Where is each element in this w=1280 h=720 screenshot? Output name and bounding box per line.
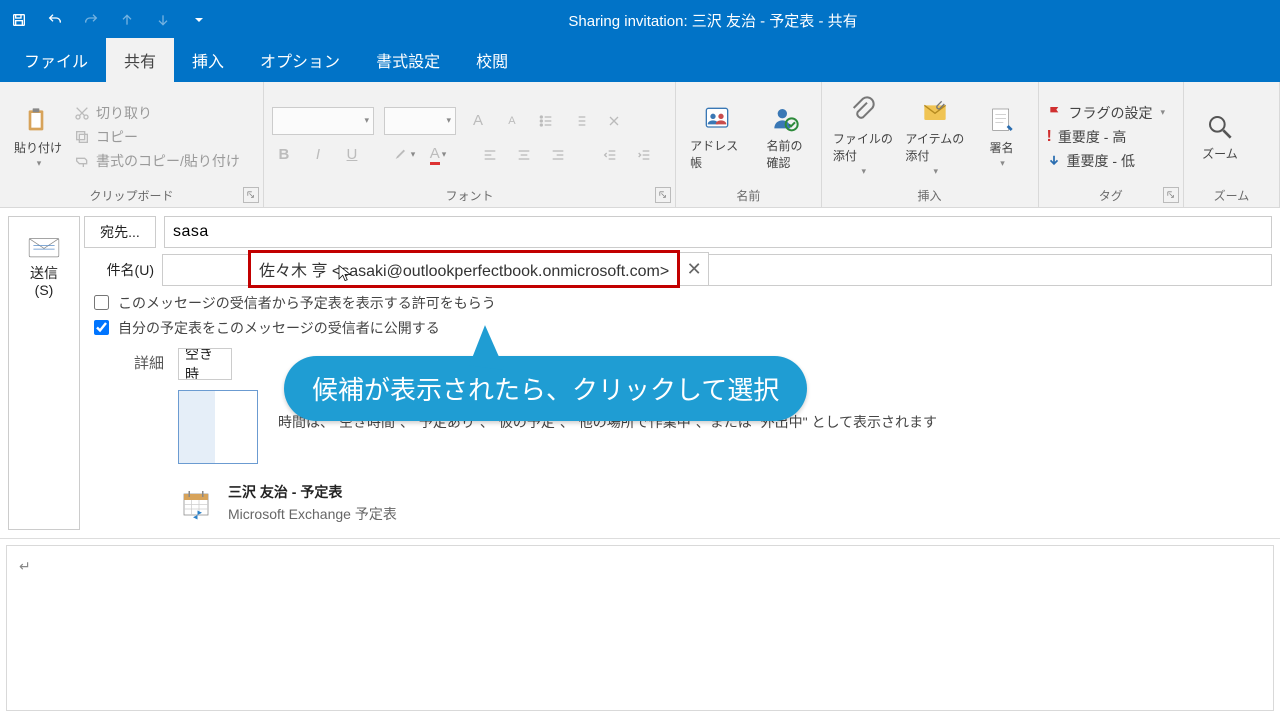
- undo-icon[interactable]: [42, 7, 68, 33]
- copy-button: コピー: [74, 127, 240, 147]
- window-title: Sharing invitation: 三沢 友治 - 予定表 - 共有: [222, 10, 1204, 31]
- checknames-button[interactable]: 名前の 確認: [757, 101, 813, 173]
- menu-share[interactable]: 共有: [106, 38, 174, 82]
- shrink-font-icon: A: [500, 109, 524, 133]
- group-zoom-label: ズーム: [1192, 187, 1271, 207]
- subject-label: 件名(U): [84, 255, 154, 285]
- detail-label: 詳細: [84, 348, 164, 373]
- tags-launcher-icon[interactable]: [1163, 187, 1179, 203]
- calendar-provider: Microsoft Exchange 予定表: [228, 504, 397, 524]
- align-left-icon: [478, 143, 502, 167]
- attach-file-label: ファイルの 添付: [833, 130, 893, 164]
- redo-icon: [78, 7, 104, 33]
- attach-item-button[interactable]: アイテムの 添付▾: [902, 94, 967, 179]
- paste-button[interactable]: 貼り付け ▾: [8, 103, 68, 171]
- underline-icon: U: [340, 143, 364, 167]
- addressbook-label: アドレス帳: [690, 137, 744, 171]
- to-button[interactable]: 宛先...: [84, 216, 156, 248]
- calendar-preview-icon: [178, 390, 258, 464]
- menu-format[interactable]: 書式設定: [358, 38, 458, 82]
- save-icon[interactable]: [6, 7, 32, 33]
- menu-file[interactable]: ファイル: [6, 38, 106, 82]
- zoom-button[interactable]: ズーム: [1192, 109, 1248, 164]
- send-label: 送信 (S): [30, 265, 58, 299]
- group-clipboard-label: クリップボード: [8, 187, 255, 207]
- group-names-label: 名前: [684, 187, 812, 207]
- clear-format-icon: [602, 109, 626, 133]
- numbering-icon: [568, 109, 592, 133]
- font-launcher-icon[interactable]: [655, 187, 671, 203]
- autocomplete-suggestion[interactable]: 佐々木 亨 <sasaki@outlookperfectbook.onmicro…: [248, 250, 680, 288]
- clipboard-launcher-icon[interactable]: [243, 187, 259, 203]
- signature-button[interactable]: 署名▾: [974, 103, 1030, 171]
- addressbook-button[interactable]: アドレス帳: [684, 101, 750, 173]
- zoom-label: ズーム: [1202, 145, 1238, 162]
- attach-file-button[interactable]: ファイルの 添付▾: [830, 94, 897, 179]
- grow-font-icon: A: [466, 109, 490, 133]
- group-tags-label: タグ: [1047, 187, 1175, 207]
- align-right-icon: [546, 143, 570, 167]
- outdent-icon: [598, 143, 622, 167]
- paste-label: 貼り付け: [14, 139, 62, 156]
- group-font-label: フォント: [272, 187, 667, 207]
- publish-calendar-checkbox[interactable]: 自分の予定表をこのメッセージの受信者に公開する: [90, 317, 1272, 338]
- cut-button: 切り取り: [74, 103, 240, 123]
- request-permission-checkbox[interactable]: このメッセージの受信者から予定表を表示する許可をもらう: [90, 292, 1272, 313]
- to-input[interactable]: [164, 216, 1272, 248]
- paragraph-mark-icon: ↵: [19, 558, 31, 574]
- italic-icon: I: [306, 143, 330, 167]
- bold-icon: B: [272, 143, 296, 167]
- send-button[interactable]: 送信 (S): [8, 216, 80, 530]
- arrow-up-icon: [114, 7, 140, 33]
- calendar-attachment[interactable]: 三沢 友治 - 予定表 Microsoft Exchange 予定表: [178, 482, 1272, 524]
- menu-review[interactable]: 校閲: [458, 38, 526, 82]
- indent-icon: [632, 143, 656, 167]
- autocomplete-remove-icon[interactable]: ✕: [680, 252, 709, 286]
- attach-item-label: アイテムの 添付: [905, 130, 964, 164]
- calendar-title: 三沢 友治 - 予定表: [228, 482, 397, 502]
- qat-customize-icon[interactable]: [186, 7, 212, 33]
- menu-insert[interactable]: 挿入: [174, 38, 242, 82]
- tutorial-callout: 候補が表示されたら、クリックして選択: [284, 356, 807, 421]
- highlight-icon: ▾: [392, 143, 416, 167]
- importance-low-button[interactable]: 重要度 - 低: [1047, 151, 1166, 171]
- font-color-icon: A▾: [426, 143, 450, 167]
- format-painter-button: 書式のコピー/貼り付け: [74, 151, 240, 171]
- menu-option[interactable]: オプション: [242, 38, 358, 82]
- align-center-icon: [512, 143, 536, 167]
- importance-high-button[interactable]: !重要度 - 高: [1047, 127, 1166, 147]
- detail-select[interactable]: 空き時: [178, 348, 232, 380]
- arrow-down-icon: [150, 7, 176, 33]
- group-insert-label: 挿入: [830, 187, 1030, 207]
- checknames-label: 名前の 確認: [767, 137, 803, 171]
- signature-label: 署名: [990, 139, 1014, 156]
- message-body[interactable]: ↵: [6, 545, 1274, 711]
- bullets-icon: [534, 109, 558, 133]
- flag-button[interactable]: フラグの設定▾: [1047, 103, 1166, 123]
- font-family-select: ▾: [272, 107, 374, 135]
- font-size-select: ▾: [384, 107, 456, 135]
